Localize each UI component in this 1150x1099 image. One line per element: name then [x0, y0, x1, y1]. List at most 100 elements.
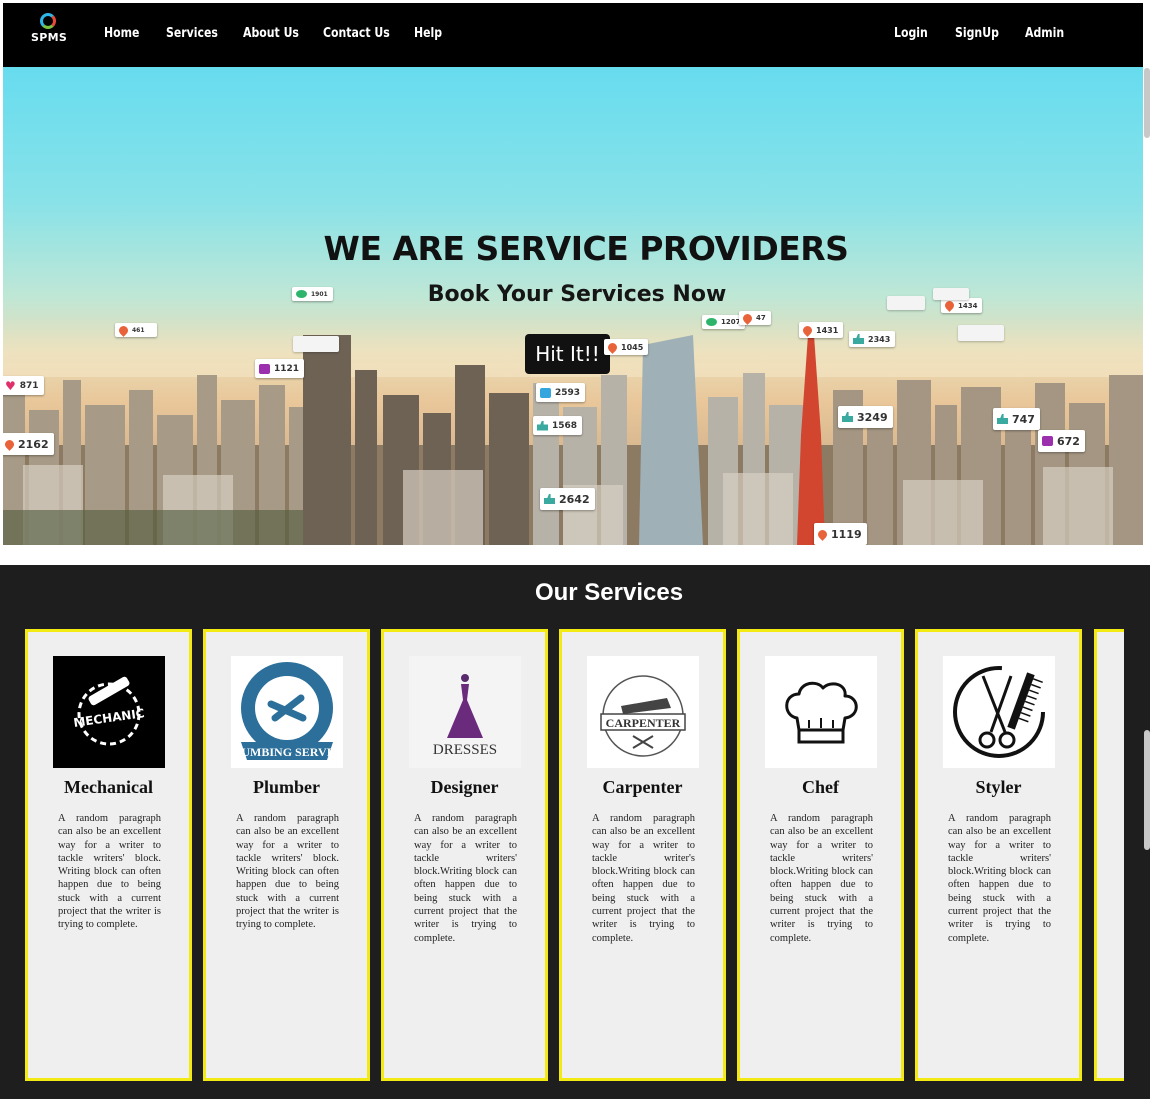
thumbs-up-icon: [997, 414, 1008, 424]
logo-text: SPMS: [31, 31, 68, 44]
thumbs-up-icon: [544, 494, 555, 504]
badge-count: 461: [132, 326, 145, 334]
social-badge: 2593: [536, 383, 586, 402]
location-pin-icon: [3, 437, 16, 451]
service-card-title: Carpenter: [602, 777, 683, 797]
social-badge: 1431: [799, 322, 844, 338]
badge-count: 2343: [868, 334, 891, 344]
nav-admin-link[interactable]: Admin: [1025, 26, 1064, 41]
scissors-comb-icon: [953, 666, 1045, 758]
nav-home-link[interactable]: Home: [104, 26, 139, 41]
carpenter-logo-text: CARPENTER: [606, 716, 681, 730]
nav-login-link[interactable]: Login: [894, 26, 928, 41]
nav-signup-link[interactable]: SignUp: [955, 26, 999, 41]
badge-count: 1207: [721, 318, 741, 326]
service-card-styler[interactable]: Styler A random paragraph can also be an…: [915, 629, 1082, 1081]
nav-help-link[interactable]: Help: [414, 26, 442, 41]
service-card-title: Designer: [430, 777, 499, 797]
location-pin-icon: [741, 311, 754, 325]
carpenter-logo-image: CARPENTER: [587, 656, 699, 768]
badge-count: 2593: [555, 387, 581, 398]
carpenter-icon: CARPENTER: [600, 675, 686, 757]
services-title: Our Services: [534, 579, 684, 606]
hero-banner: WE ARE SERVICE PROVIDERS Book Your Servi…: [3, 67, 1143, 545]
location-pin-icon: [801, 323, 814, 337]
badge-count: 3249: [857, 410, 888, 424]
badge-count: 1045: [621, 342, 644, 352]
blank-badge: [887, 296, 925, 310]
service-card-carpenter[interactable]: CARPENTER Carpenter A random paragraph c…: [559, 629, 726, 1081]
site-logo[interactable]: SPMS: [31, 13, 68, 44]
nav-services-link[interactable]: Services: [166, 26, 218, 41]
mechanic-logo-text: MECHANIC: [73, 706, 146, 730]
social-badge: 672: [1038, 430, 1085, 452]
service-card-next-partial[interactable]: [1094, 629, 1124, 1081]
social-badge: 461: [115, 323, 157, 337]
badge-count: 2642: [559, 492, 590, 506]
badge-count: 1119: [831, 527, 862, 541]
badge-count: 1121: [274, 363, 300, 374]
badge-count: 1901: [311, 290, 328, 298]
hero-title: WE ARE SERVICE PROVIDERS: [323, 229, 849, 268]
hit-it-button[interactable]: Hit It!!: [525, 334, 610, 374]
heart-icon: ♥: [5, 378, 16, 393]
social-badge: 747: [993, 408, 1040, 430]
instagram-icon: [259, 363, 270, 374]
styler-logo-image: [943, 656, 1055, 768]
social-badge: 1568: [533, 416, 583, 435]
chef-hat-image: [765, 656, 877, 768]
plumbing-logo-image: PLUMBING SERVICE: [231, 656, 343, 768]
nav-contact-us-link[interactable]: Contact Us: [323, 26, 390, 41]
dress-icon: DRESSES: [433, 674, 497, 758]
badge-count: 1431: [816, 325, 839, 335]
social-badge: 1901: [292, 287, 333, 301]
services-section: Our Services MECHANIC Mechanical A rando…: [0, 565, 1150, 1099]
badge-count: 871: [19, 380, 39, 391]
chef-hat-icon: [785, 681, 858, 744]
social-badge: 2162: [3, 433, 54, 455]
badge-count: 2162: [18, 437, 49, 451]
thumbs-up-icon: [537, 420, 548, 431]
instagram-icon: [1042, 436, 1053, 446]
home-page-screenshot: SPMS Home Services About Us Contact Us H…: [0, 0, 1150, 548]
blank-badge: [933, 288, 969, 300]
social-badge: 2642: [540, 488, 595, 510]
service-card-title: Chef: [802, 777, 839, 797]
mechanic-icon: MECHANIC: [73, 676, 146, 746]
page-scrollbar[interactable]: [1144, 68, 1150, 138]
plumbing-logo-text: PLUMBING SERVICE: [231, 745, 343, 759]
social-badge: 47: [739, 311, 771, 325]
service-card-description: A random paragraph can also be an excell…: [414, 813, 517, 944]
badge-count: 1434: [958, 301, 978, 310]
social-badge: 3249: [838, 406, 893, 428]
navbar: SPMS Home Services About Us Contact Us H…: [3, 3, 1143, 67]
service-card-plumber[interactable]: PLUMBING SERVICE Plumber A random paragr…: [203, 629, 370, 1081]
badge-count: 1568: [552, 420, 578, 431]
service-card-description: A random paragraph can also be an excell…: [592, 813, 695, 944]
location-pin-icon: [943, 299, 956, 312]
service-card-description: A random paragraph can also be an excell…: [770, 813, 873, 944]
badge-count: 747: [1012, 412, 1035, 426]
logo-ring-icon: [40, 13, 56, 29]
blank-badge: [293, 336, 339, 352]
service-card-mechanical[interactable]: MECHANIC Mechanical A random paragraph c…: [25, 629, 192, 1081]
location-pin-icon: [606, 340, 619, 354]
service-card-chef[interactable]: Chef A random paragraph can also be an e…: [737, 629, 904, 1081]
services-scrollbar[interactable]: [1144, 730, 1150, 850]
badge-count: 47: [756, 314, 766, 322]
service-card-designer[interactable]: DRESSES Designer A random paragraph can …: [381, 629, 548, 1081]
social-badge: 1434: [941, 298, 983, 313]
thumbs-up-icon: [842, 412, 853, 422]
mechanic-logo-image: MECHANIC: [53, 656, 165, 768]
plumbing-icon: PLUMBING SERVICE: [231, 662, 343, 760]
service-card-title: Styler: [975, 777, 1022, 797]
badge-count: 672: [1057, 434, 1080, 448]
nav-about-us-link[interactable]: About Us: [243, 26, 299, 41]
social-badge: 2343: [849, 331, 896, 347]
chat-icon: [706, 318, 717, 326]
service-card-description: A random paragraph can also be an excell…: [948, 813, 1051, 944]
location-pin-icon: [117, 323, 130, 337]
social-badge: 1119: [814, 523, 867, 545]
blank-badge: [958, 325, 1004, 341]
service-card-title: Plumber: [253, 777, 320, 797]
